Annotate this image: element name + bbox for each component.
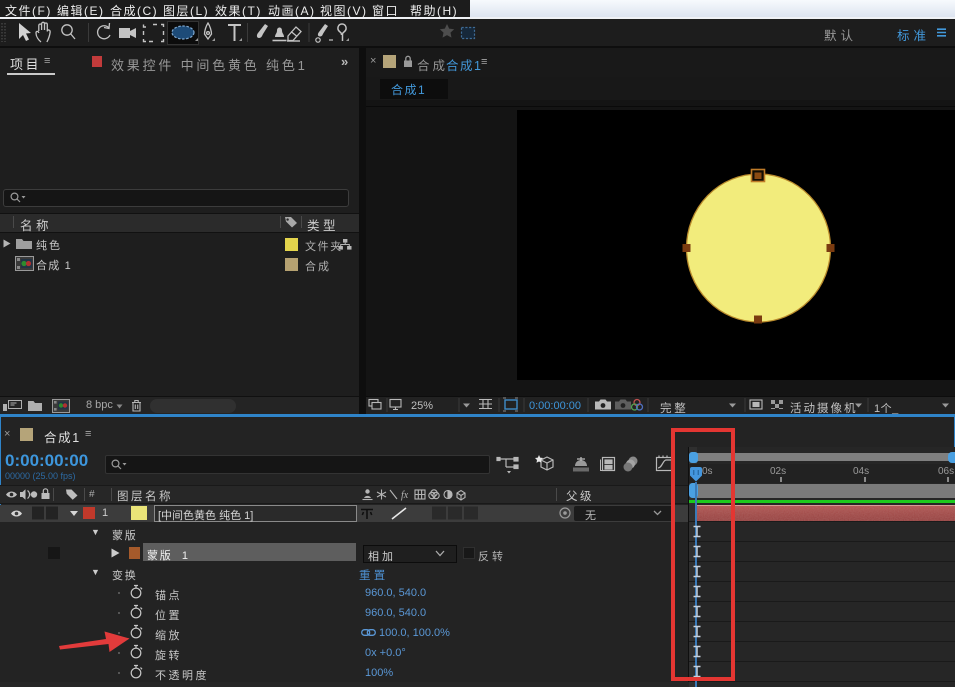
svg-text:fx: fx: [401, 490, 409, 501]
